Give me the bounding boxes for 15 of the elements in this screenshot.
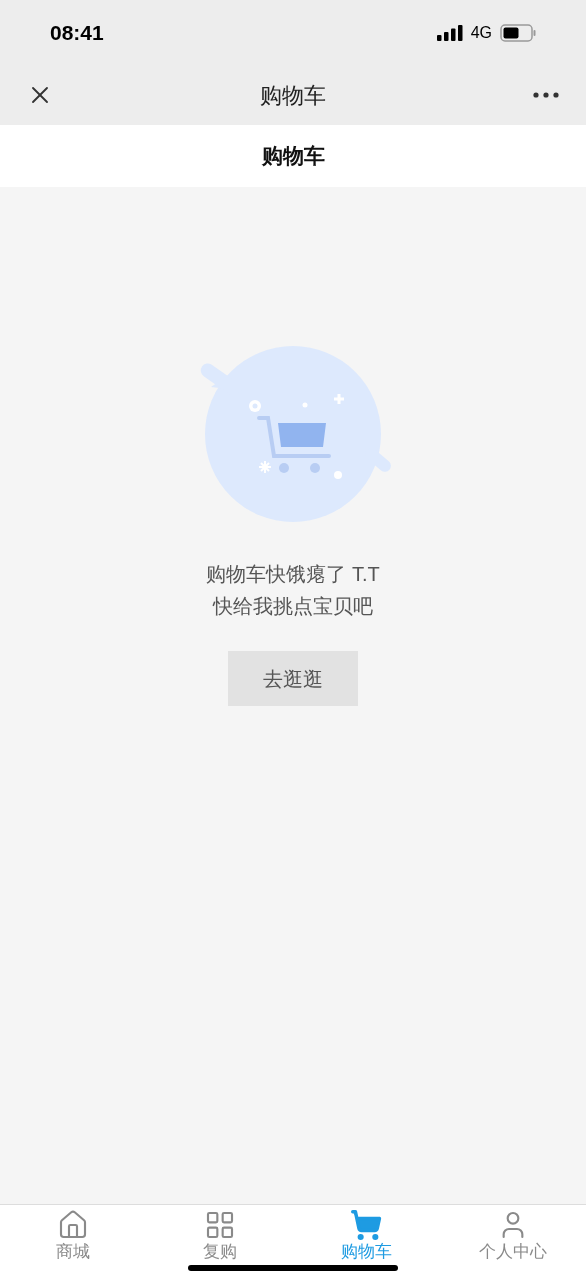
browse-button[interactable]: 去逛逛 (228, 651, 358, 706)
status-time: 08:41 (50, 19, 104, 46)
signal-icon (436, 24, 463, 41)
battery-icon (500, 23, 536, 42)
empty-message: 快给我挑点宝贝吧 (213, 594, 373, 619)
tab-item[interactable]: 商城 (0, 1205, 147, 1274)
page-title: 购物车 (261, 143, 325, 170)
empty-message: 购物车快饿瘪了 T.T (206, 562, 380, 587)
tab-item[interactable]: 个人中心 (439, 1205, 586, 1274)
more-icon (533, 92, 559, 98)
nav-title: 购物车 (260, 81, 326, 110)
tab-item[interactable]: 购物车 (293, 1205, 440, 1274)
tab-item[interactable]: 复购 (146, 1205, 293, 1274)
network-label: 4G (470, 22, 492, 43)
cart-icon (350, 1209, 383, 1241)
